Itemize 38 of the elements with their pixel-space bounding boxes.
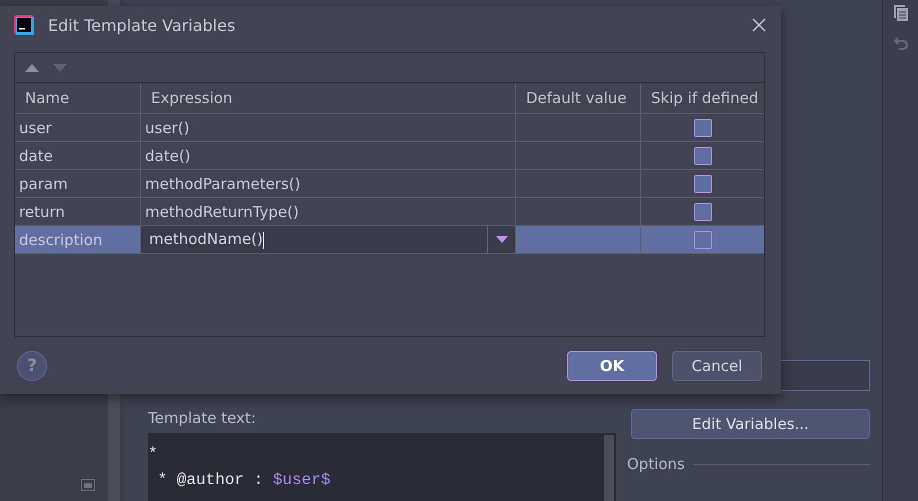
table-cell[interactable]: return [15,198,140,225]
column-header[interactable]: Expression [140,83,515,113]
code-line: * @author : $user$ [156,471,332,489]
ok-button[interactable]: OK [567,350,657,380]
checkbox[interactable] [694,174,712,192]
undo-icon[interactable] [892,36,908,52]
app-logo-icon [14,15,34,35]
table-cell[interactable] [515,226,640,253]
table-cell[interactable]: methodReturnType() [140,198,515,225]
close-button[interactable] [751,17,767,33]
code-line: * [148,445,159,463]
column-header[interactable]: Name [15,83,140,113]
edit-variables-button[interactable]: Edit Variables... [631,409,870,439]
column-header[interactable]: Default value [515,83,640,113]
table-cell[interactable]: user [15,114,140,141]
table-cell[interactable]: date() [140,142,515,169]
move-down-icon[interactable] [53,64,67,72]
table-cell[interactable]: description [15,226,140,253]
window-icon[interactable] [81,479,95,491]
scrollbar[interactable] [604,435,614,501]
table-cell[interactable]: param [15,170,140,197]
dialog-title: Edit Template Variables [48,16,236,34]
cancel-button[interactable]: Cancel [672,350,762,380]
expression-combo-field[interactable]: methodName() [140,226,515,253]
table-cell[interactable]: date [15,142,140,169]
template-editor[interactable]: * * @author : $user$ [148,433,616,501]
checkbox[interactable] [694,146,712,164]
table-cell[interactable]: methodParameters() [140,170,515,197]
options-label: Options [627,455,685,473]
checkbox[interactable] [694,118,712,136]
template-text-label: Template text: [148,409,257,427]
checkbox[interactable] [694,230,712,248]
table-cell[interactable]: user() [140,114,515,141]
caret-icon [496,236,508,243]
move-up-icon[interactable] [25,64,39,72]
copy-icon[interactable] [892,4,908,22]
column-header[interactable]: Skip if defined [640,83,764,113]
checkbox[interactable] [694,202,712,220]
